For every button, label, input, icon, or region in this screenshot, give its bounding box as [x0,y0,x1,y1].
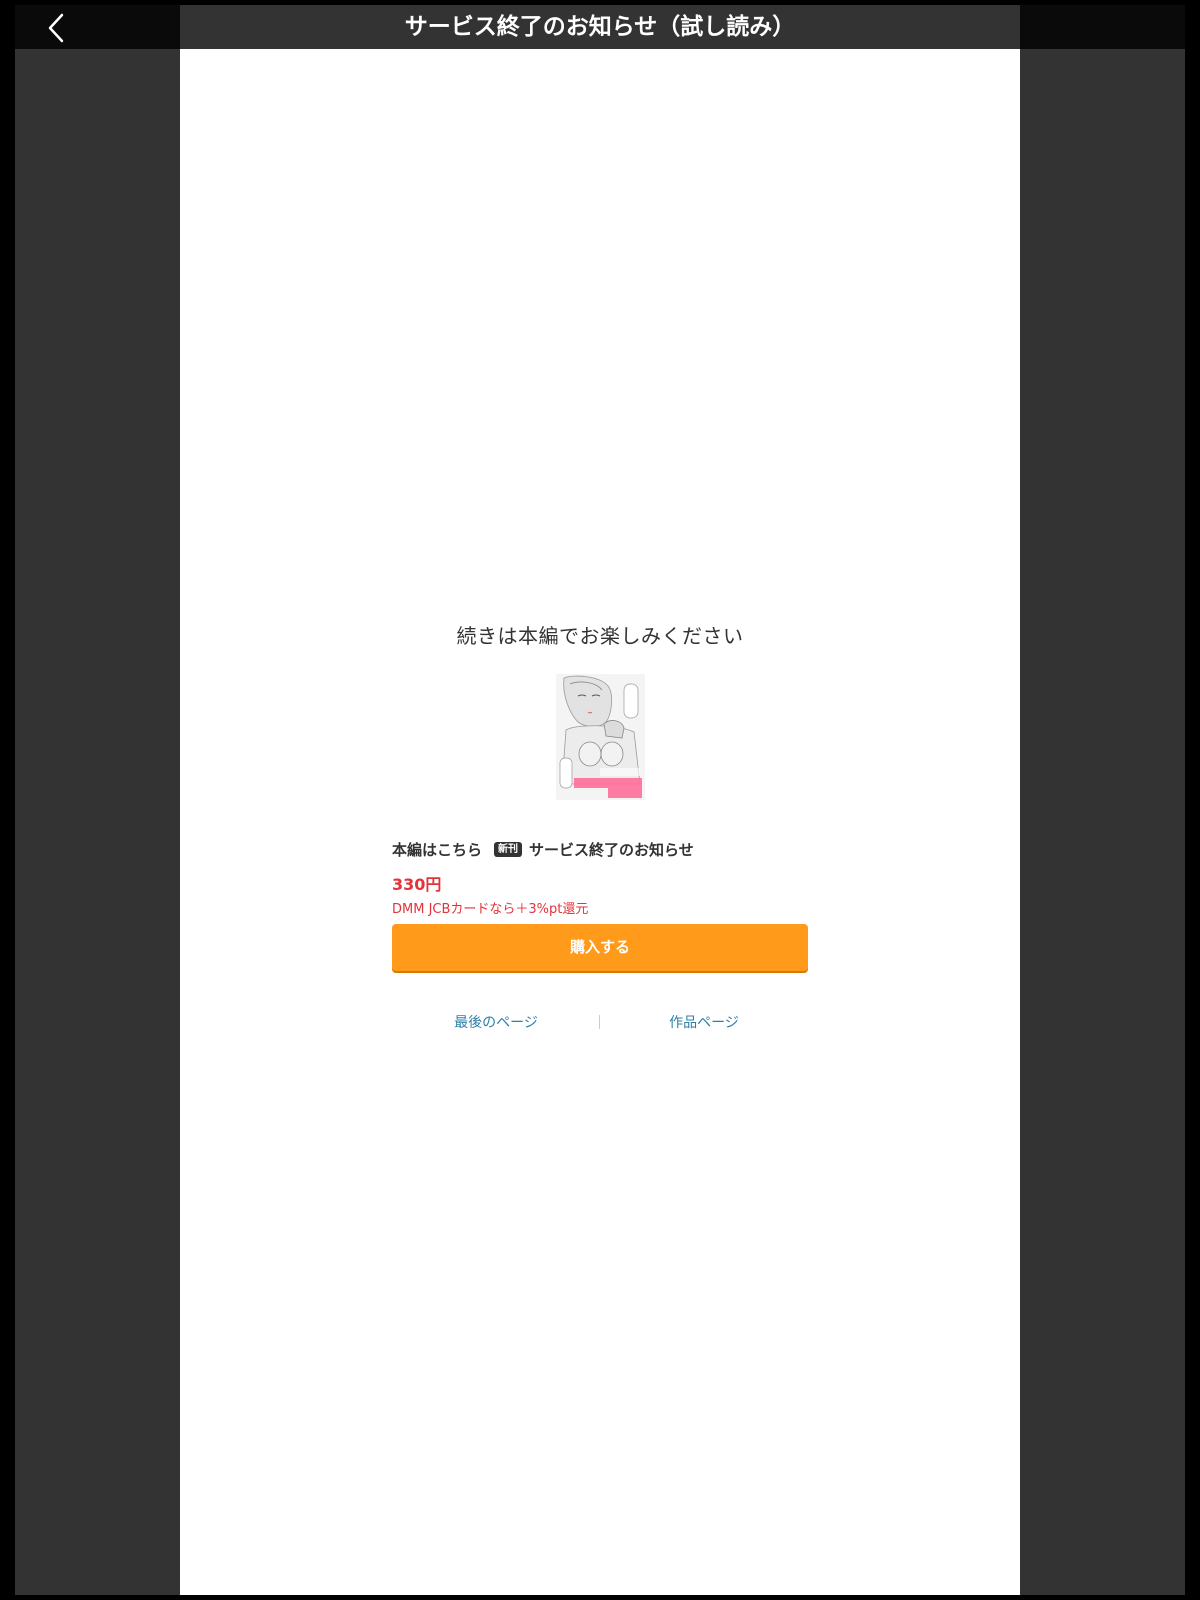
book-cover[interactable] [556,674,645,800]
new-badge: 新刊 [494,841,523,857]
header-right-bar [1020,5,1185,49]
viewer: サービス終了のお知らせ（試し読み） 続きは本編でお楽しみください 本編はこちら … [15,5,1185,1595]
header: サービス終了のお知らせ（試し読み） [180,5,1020,49]
main-work-row: 本編はこちら 新刊 サービス終了のお知らせ [392,837,808,861]
page-title: サービス終了のお知らせ（試し読み） [404,14,796,40]
work-page-link[interactable]: 作品ページ [600,1012,808,1034]
price: 330円 [392,875,442,894]
campaign-text: DMM JCBカードなら＋3%pt還元 [392,902,589,917]
header-left-bar [15,5,180,49]
footer-links: 最後のページ 作品ページ [392,1012,808,1036]
purchase-panel: 本編はこちら 新刊 サービス終了のお知らせ 330円 DMM JCBカードなら＋… [392,837,808,971]
chevron-left-icon [48,13,64,43]
continue-message: 続きは本編でお楽しみください [456,624,744,648]
last-page-link[interactable]: 最後のページ [392,1012,600,1034]
back-button[interactable] [30,7,70,47]
end-page: 続きは本編でお楽しみください 本編はこちら 新刊 サービス終了のお知らせ 330… [180,49,1020,1595]
book-title[interactable]: サービス終了のお知らせ [529,839,694,860]
main-work-label: 本編はこちら [392,840,483,859]
cover-illustration [556,674,645,800]
buy-button[interactable]: 購入する [392,924,808,971]
